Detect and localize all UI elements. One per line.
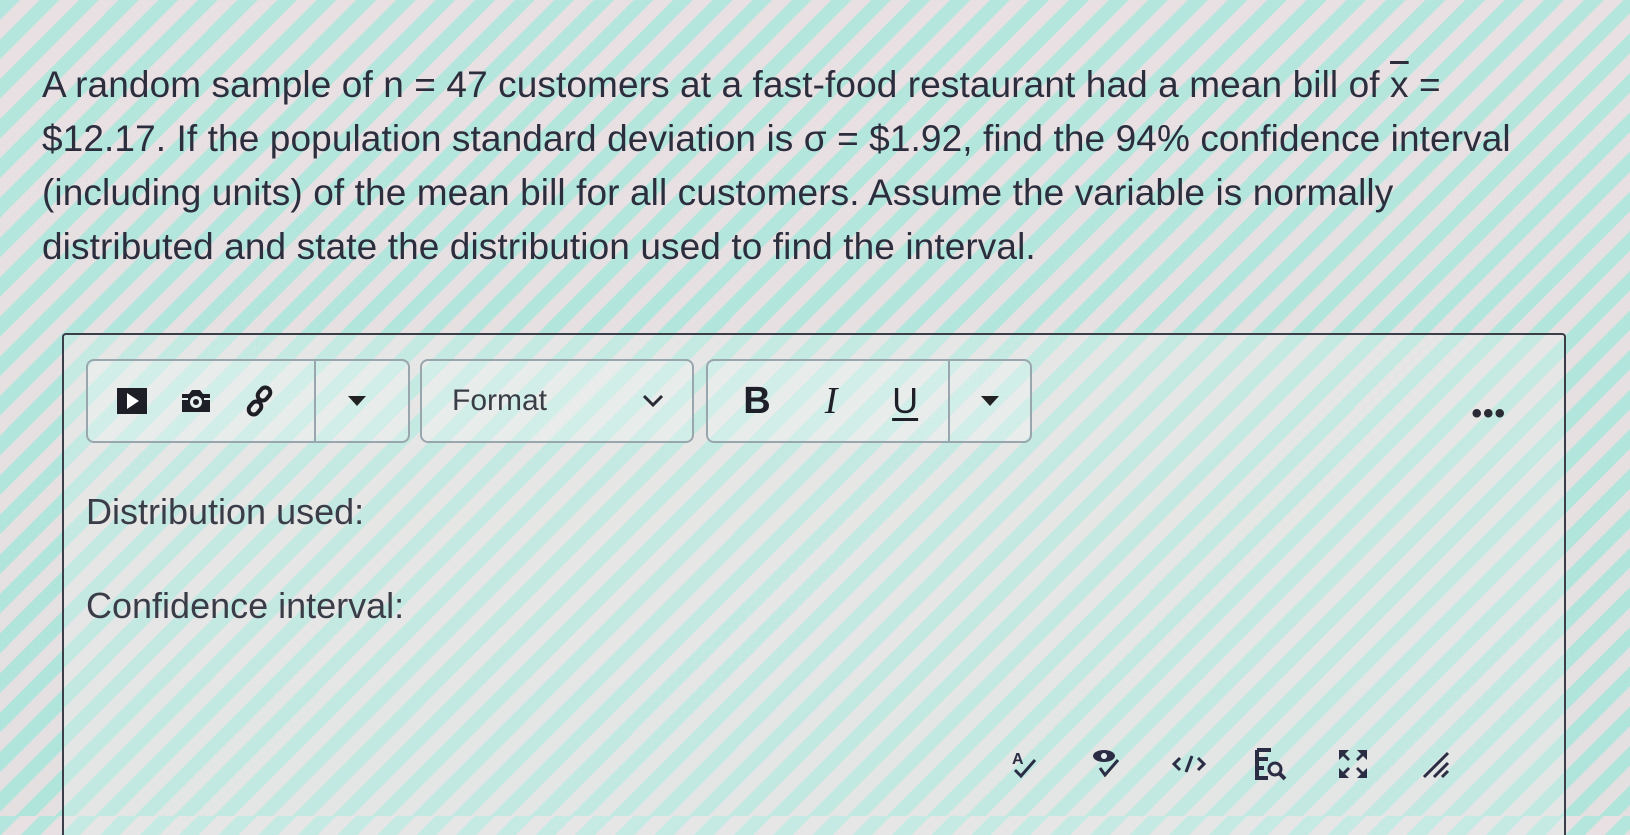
caret-down-icon bbox=[348, 396, 366, 406]
underline-button[interactable]: U bbox=[868, 380, 942, 422]
bold-button[interactable]: B bbox=[720, 380, 794, 423]
style-more-dropdown[interactable] bbox=[950, 363, 1030, 439]
spellcheck-icon: A bbox=[1012, 751, 1037, 779]
equation-editor-icon bbox=[1255, 748, 1287, 781]
format-select[interactable]: Format bbox=[420, 359, 694, 443]
media-play-icon bbox=[117, 388, 147, 414]
insert-media-button[interactable] bbox=[100, 363, 164, 439]
camera-icon bbox=[182, 390, 210, 412]
distribution-used-label[interactable]: Distribution used: bbox=[86, 491, 364, 533]
insert-more-dropdown[interactable] bbox=[316, 363, 398, 439]
fullscreen-button[interactable] bbox=[1312, 739, 1394, 789]
resize-handle-icon bbox=[1422, 751, 1450, 779]
resize-handle[interactable] bbox=[1394, 739, 1476, 789]
source-code-button[interactable] bbox=[1148, 739, 1230, 789]
italic-button[interactable]: I bbox=[794, 379, 868, 423]
source-code-icon bbox=[1172, 755, 1206, 773]
accessibility-check-button[interactable] bbox=[1066, 739, 1148, 789]
xbar-symbol: x bbox=[1390, 64, 1409, 105]
insert-toolbar-group bbox=[86, 359, 410, 443]
insert-link-button[interactable] bbox=[228, 363, 292, 439]
confidence-interval-label[interactable]: Confidence interval: bbox=[86, 585, 404, 627]
link-icon bbox=[246, 385, 273, 417]
format-select-value: Format bbox=[452, 384, 548, 417]
style-toolbar-group: B I U bbox=[706, 359, 1032, 443]
chevron-down-icon bbox=[642, 394, 664, 408]
svg-text:A: A bbox=[1012, 751, 1024, 768]
spellcheck-button[interactable]: A bbox=[984, 739, 1066, 789]
question-text-part1: A random sample of n = 47 customers at a… bbox=[42, 64, 1391, 105]
editor-status-bar: A bbox=[984, 739, 1476, 789]
fullscreen-icon bbox=[1339, 750, 1367, 778]
more-actions-button[interactable]: ••• bbox=[1471, 397, 1506, 431]
accessibility-check-icon bbox=[1093, 750, 1120, 778]
rich-text-editor[interactable]: Format B I U ••• Distribution used: Conf… bbox=[62, 333, 1566, 835]
equation-editor-button[interactable] bbox=[1230, 739, 1312, 789]
caret-down-icon bbox=[981, 396, 1000, 406]
insert-image-button[interactable] bbox=[164, 363, 228, 439]
question-text: A random sample of n = 47 customers at a… bbox=[42, 58, 1562, 274]
